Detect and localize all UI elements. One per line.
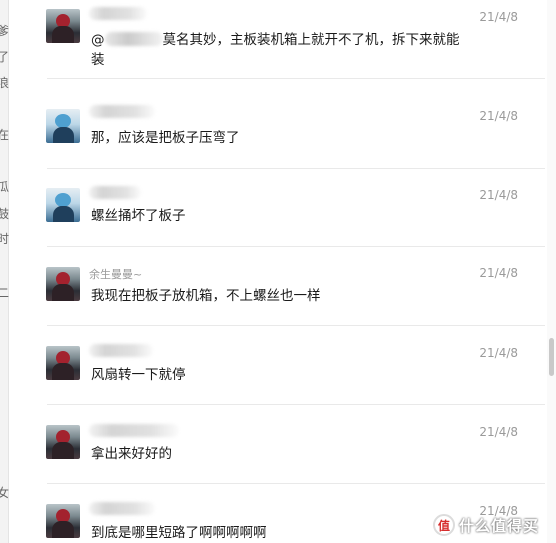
message-text: @ 莫名其妙，主板装机箱上就开不了机，拆下来就能装 — [91, 30, 471, 70]
chat-message[interactable]: 21/4/8 @ 莫名其妙，主板装机箱上就开不了机，拆下来就能装 — [9, 0, 547, 79]
mention-at-sign: @ — [91, 32, 105, 48]
chat-message[interactable]: 21/4/8 拿出来好好的 — [9, 407, 547, 486]
sender-name-redacted — [89, 186, 141, 199]
message-divider — [47, 246, 545, 247]
vertical-scrollbar[interactable] — [547, 0, 556, 543]
message-divider — [47, 168, 545, 169]
message-timestamp: 21/4/8 — [479, 109, 518, 123]
mention-name-redacted — [104, 32, 163, 46]
avatar[interactable] — [46, 9, 80, 43]
left-panel-edge: 爹 了 浪 在 瓜 鼓 时 二 女 — [0, 0, 9, 543]
avatar[interactable] — [46, 188, 80, 222]
scrollbar-thumb[interactable] — [549, 338, 554, 376]
left-edge-fragment: 爹 — [0, 24, 9, 38]
avatar[interactable] — [46, 425, 80, 459]
chat-message[interactable]: 21/4/8 螺丝捅坏了板子 — [9, 170, 547, 249]
message-divider — [47, 483, 545, 484]
avatar[interactable] — [46, 109, 80, 143]
message-timestamp: 21/4/8 — [479, 188, 518, 202]
avatar[interactable] — [46, 504, 80, 538]
message-text: 到底是哪里短路了啊啊啊啊啊 — [91, 525, 267, 541]
watermark-logo-icon: 值 — [433, 514, 455, 536]
message-text: 风扇转一下就停 — [91, 367, 186, 383]
chat-message-list[interactable]: 21/4/8 @ 莫名其妙，主板装机箱上就开不了机，拆下来就能装 21/4/8 那… — [9, 0, 547, 543]
sender-name: 余生曼曼~ — [89, 268, 143, 281]
sender-name-redacted — [89, 344, 153, 357]
message-text: 螺丝捅坏了板子 — [91, 208, 186, 224]
message-text: 我现在把板子放机箱，不上螺丝也一样 — [91, 288, 321, 304]
sender-name-redacted — [89, 7, 147, 20]
avatar[interactable] — [46, 267, 80, 301]
sender-name-redacted — [89, 502, 155, 515]
left-edge-fragment: 鼓 — [0, 207, 9, 221]
message-timestamp: 21/4/8 — [479, 266, 518, 280]
site-watermark: 值 什么值得买 — [433, 513, 539, 537]
left-edge-fragment: 二 — [0, 286, 9, 300]
left-edge-fragment: 了 — [0, 50, 9, 64]
left-edge-fragment: 在 — [0, 128, 9, 142]
message-divider — [47, 325, 545, 326]
left-edge-fragment: 时 — [0, 232, 9, 246]
sender-name-redacted — [89, 105, 155, 118]
watermark-text: 什么值得买 — [459, 516, 540, 535]
message-divider — [47, 404, 545, 405]
chat-message[interactable]: 21/4/8 那，应该是把板子压弯了 — [9, 79, 547, 158]
message-timestamp: 21/4/8 — [479, 425, 518, 439]
avatar[interactable] — [46, 346, 80, 380]
message-text: 那，应该是把板子压弯了 — [91, 130, 240, 146]
left-edge-fragment: 女 — [0, 486, 9, 500]
message-timestamp: 21/4/8 — [479, 10, 518, 24]
message-timestamp: 21/4/8 — [479, 346, 518, 360]
left-edge-fragment: 瓜 — [0, 180, 9, 194]
chat-message[interactable]: 余生曼曼~ 21/4/8 我现在把板子放机箱，不上螺丝也一样 — [9, 249, 547, 328]
sender-name-redacted — [89, 424, 179, 437]
chat-message[interactable]: 21/4/8 风扇转一下就停 — [9, 328, 547, 407]
left-edge-fragment: 浪 — [0, 76, 9, 90]
message-text: 拿出来好好的 — [91, 446, 172, 462]
